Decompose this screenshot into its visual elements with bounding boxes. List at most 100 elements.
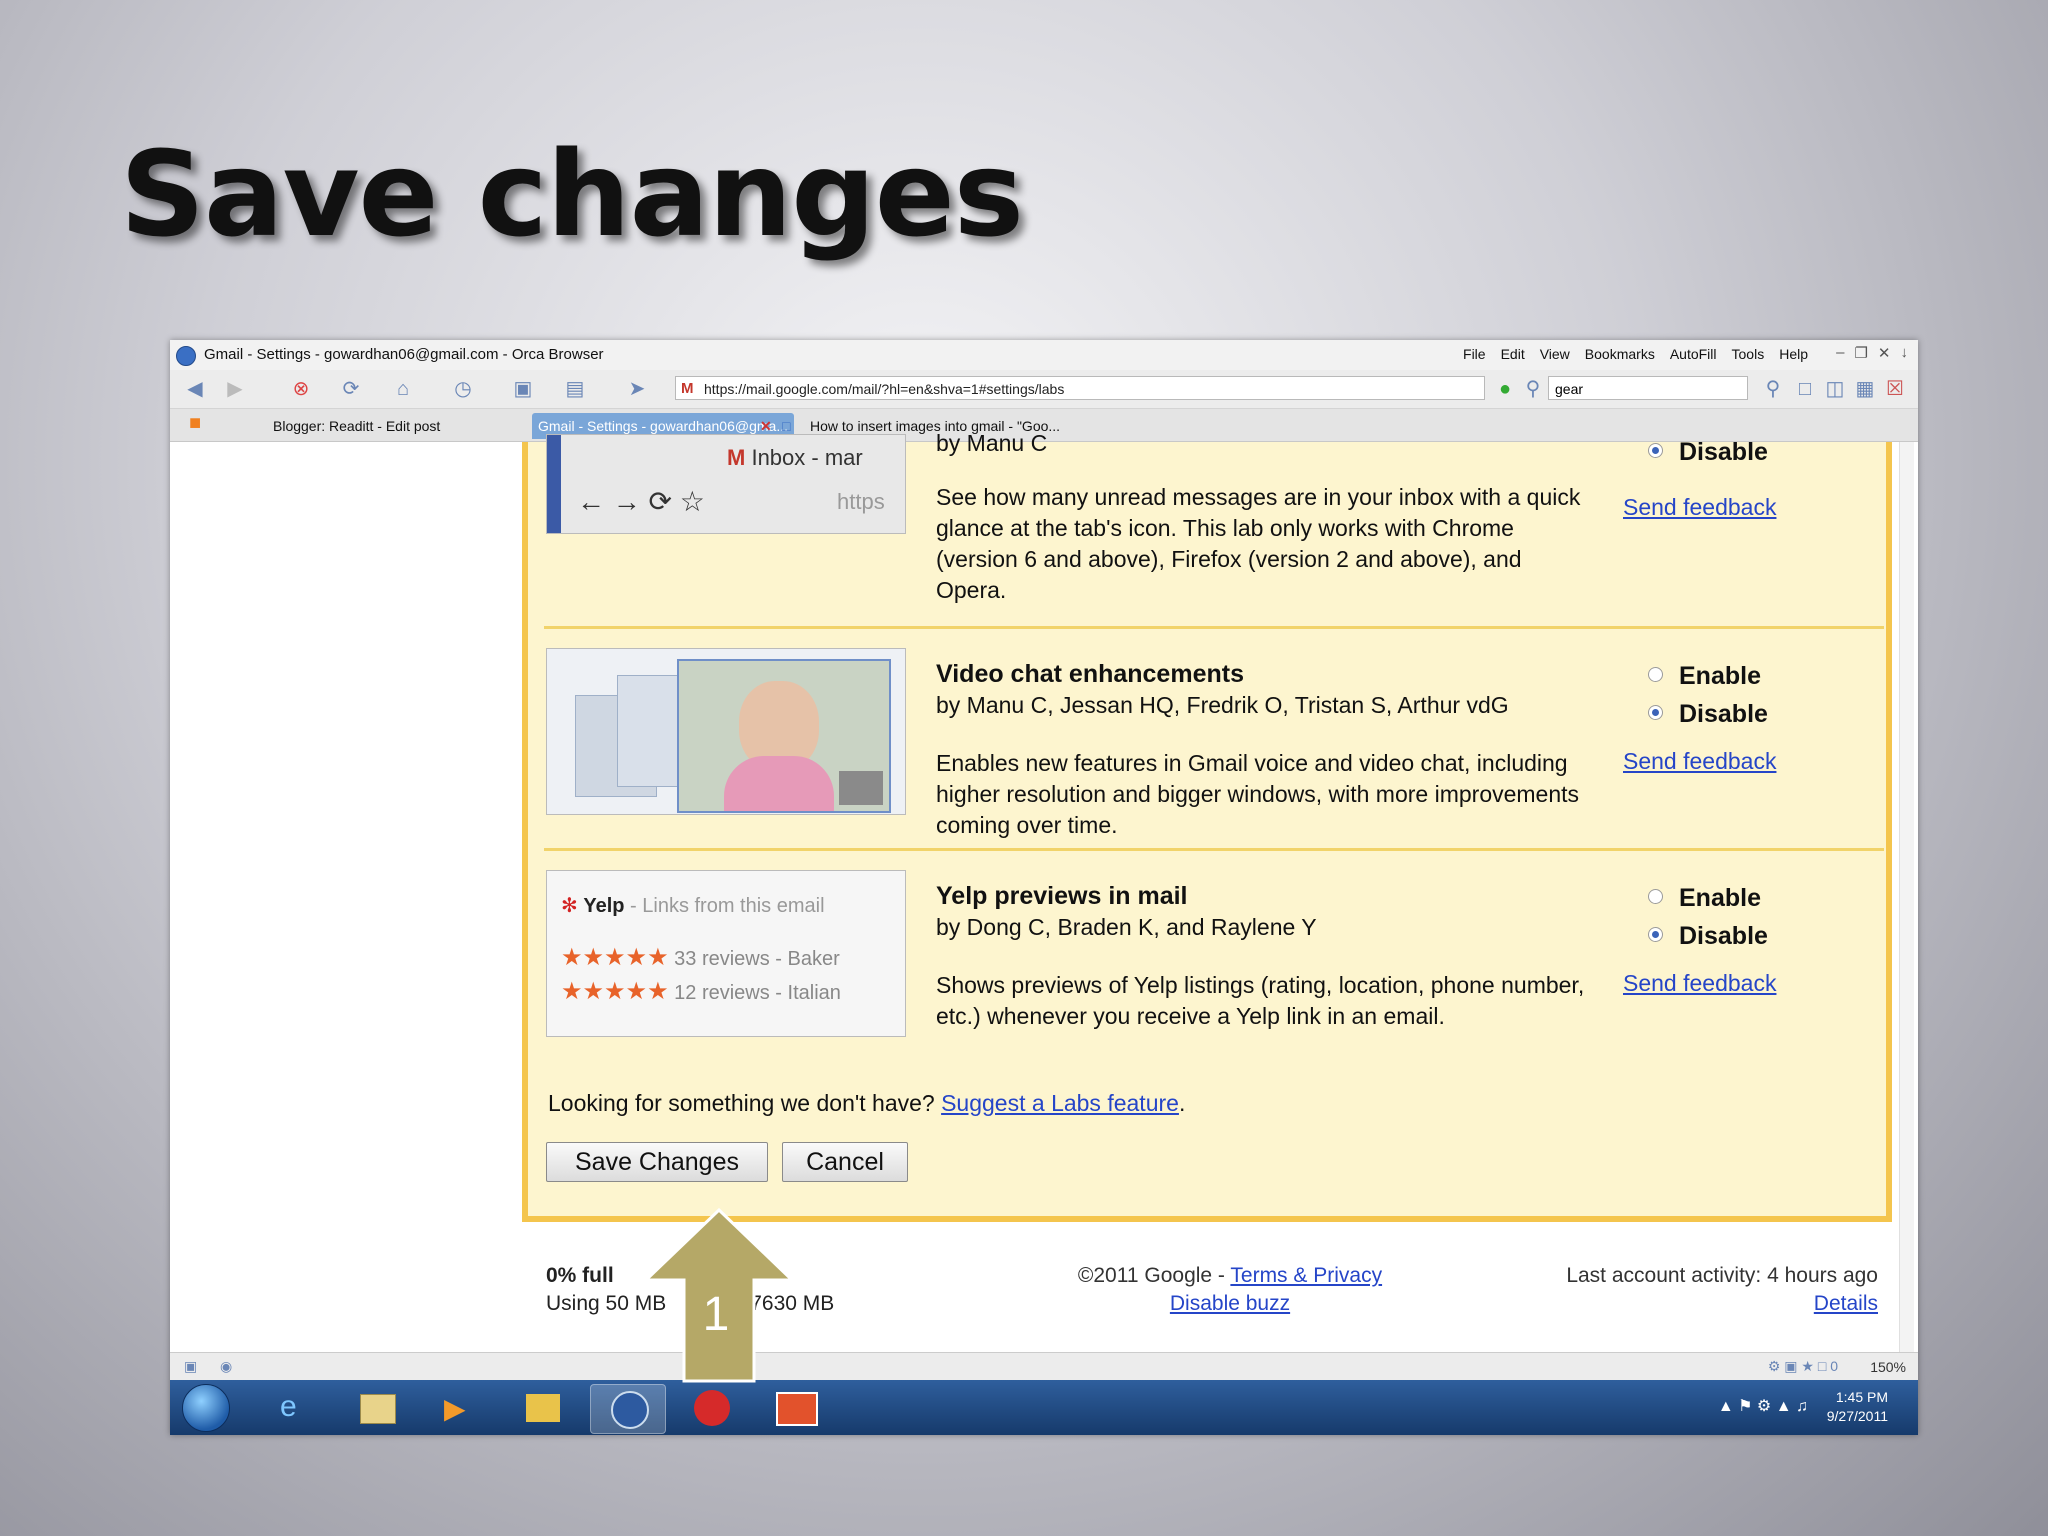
page-icon[interactable]: □: [1792, 378, 1818, 400]
thumb-url: https: [837, 489, 885, 514]
suggest-labs-link[interactable]: Suggest a Labs feature: [941, 1090, 1179, 1116]
status-bar: ▣ ◉ ⚙ ▣ ★ □ 0 150%: [170, 1352, 1918, 1381]
rating-stars-icon: ★★★★★: [561, 978, 669, 1005]
disable-option-yelp[interactable]: Disable: [1648, 922, 1768, 951]
clock-time[interactable]: 1:45 PM: [1827, 1388, 1888, 1407]
enable-option-video-chat[interactable]: Enable: [1648, 662, 1761, 691]
terms-privacy-link[interactable]: Terms & Privacy: [1230, 1264, 1382, 1287]
stop-icon[interactable]: ⊗: [288, 378, 314, 400]
yelp-sub: - Links from this email: [630, 895, 825, 917]
menu-help[interactable]: Help: [1779, 346, 1808, 362]
lab-description-yelp: Shows previews of Yelp listings (rating,…: [936, 972, 1585, 1029]
menu-bookmarks[interactable]: Bookmarks: [1585, 346, 1655, 362]
search-go-icon[interactable]: ⚲: [1760, 378, 1786, 400]
cancel-button[interactable]: Cancel: [782, 1142, 908, 1182]
step-arrow-icon: 1: [644, 1208, 794, 1383]
layout-icon[interactable]: ▤: [562, 378, 588, 400]
app-icon: [526, 1394, 560, 1422]
radio-disable-partial[interactable]: [1648, 443, 1663, 458]
lab-authors-yelp: by Dong C, Braden K, and Raylene Y: [936, 914, 1317, 940]
lab-authors-video-chat: by Manu C, Jessan HQ, Fredrik O, Tristan…: [936, 692, 1509, 718]
radio-enable-video-chat[interactable]: [1648, 667, 1663, 682]
window-title: Gmail - Settings - gowardhan06@gmail.com…: [204, 346, 604, 363]
taskbar-media[interactable]: ▶: [420, 1384, 494, 1432]
disable-option-video-chat[interactable]: Disable: [1648, 700, 1768, 729]
red-app-icon: [694, 1390, 730, 1426]
media-player-icon: ▶: [444, 1393, 466, 1424]
rating-stars-icon: ★★★★★: [561, 944, 669, 971]
taskbar-orca[interactable]: [590, 1384, 666, 1434]
send-feedback-link-partial[interactable]: Send feedback: [1623, 494, 1776, 521]
minimize-icon[interactable]: –: [1836, 344, 1844, 362]
blogger-icon: ■: [188, 412, 202, 434]
tab-blogger[interactable]: Blogger: Readitt - Edit post: [273, 413, 440, 439]
enable-option-yelp[interactable]: Enable: [1648, 884, 1761, 913]
thumb-tab-text: Inbox - mar: [751, 445, 863, 470]
send-feedback-link-video-chat[interactable]: Send feedback: [1623, 748, 1776, 775]
clock-date[interactable]: 9/27/2011: [1827, 1407, 1888, 1426]
go-icon[interactable]: ●: [1492, 378, 1518, 400]
system-tray: 1:45 PM 9/27/2011: [1827, 1388, 1888, 1426]
looking-text: Looking for something we don't have?: [548, 1090, 935, 1116]
lab-description-video-chat: Enables new features in Gmail voice and …: [936, 750, 1580, 838]
lab-title-video-chat: Video chat enhancements: [936, 660, 1244, 688]
taskbar-screencast[interactable]: [758, 1384, 832, 1432]
search-icon[interactable]: ⚲: [1520, 378, 1546, 400]
send-feedback-link-yelp[interactable]: Send feedback: [1623, 970, 1776, 997]
browser-screenshot: Gmail - Settings - gowardhan06@gmail.com…: [170, 340, 1918, 1435]
restore-icon[interactable]: ❐: [1854, 344, 1867, 362]
orca-icon: [611, 1391, 649, 1429]
menu-tools[interactable]: Tools: [1732, 346, 1765, 362]
download-icon[interactable]: ↓: [1901, 344, 1909, 362]
taskbar-explorer[interactable]: [340, 1384, 414, 1432]
close-icon[interactable]: ✕: [1878, 344, 1891, 362]
window-icon[interactable]: ▣: [510, 378, 536, 400]
panel-icon[interactable]: ▣: [184, 1358, 197, 1375]
radio-disable-video-chat[interactable]: [1648, 705, 1663, 720]
close-tab-icon[interactable]: ☒: [1882, 378, 1908, 400]
pin-icon[interactable]: ➤: [624, 378, 650, 400]
yelp-burst-icon: ✻: [561, 895, 578, 917]
disable-buzz-link[interactable]: Disable buzz: [1170, 1292, 1290, 1315]
search-input[interactable]: gear: [1548, 376, 1748, 400]
suggest-row: Looking for something we don't have? Sug…: [548, 1090, 1186, 1116]
forward-icon[interactable]: ▶: [222, 378, 248, 400]
gmail-m-icon: M: [727, 445, 746, 470]
radio-disable-yelp[interactable]: [1648, 927, 1663, 942]
address-url: https://mail.google.com/mail/?hl=en&shva…: [704, 381, 1065, 397]
unread-icon-thumbnail: M Inbox - mar ← → ⟳ ☆ https: [546, 434, 906, 534]
tile-icon[interactable]: ▦: [1852, 378, 1878, 400]
menu-view[interactable]: View: [1540, 346, 1570, 362]
disable-option-partial[interactable]: Disable: [1648, 438, 1768, 467]
yelp-row-1: 33 reviews - Baker: [674, 948, 840, 970]
taskbar-ie[interactable]: e: [260, 1384, 334, 1432]
zoom-level[interactable]: 150%: [1870, 1359, 1906, 1375]
taskbar-red-app[interactable]: [674, 1384, 748, 1432]
menu-autofill[interactable]: AutoFill: [1670, 346, 1717, 362]
radio-enable-yelp[interactable]: [1648, 889, 1663, 904]
menu-edit[interactable]: Edit: [1501, 346, 1525, 362]
taskbar-app[interactable]: [506, 1384, 580, 1432]
menu-file[interactable]: File: [1463, 346, 1486, 362]
account-activity: Last account activity: 4 hours ago Detai…: [1566, 1262, 1878, 1318]
details-link[interactable]: Details: [1814, 1292, 1878, 1315]
lab-description-partial: See how many unread messages are in your…: [936, 484, 1581, 603]
status-icons[interactable]: ⚙ ▣ ★ □ 0: [1768, 1358, 1838, 1375]
lab-divider: [544, 848, 1884, 851]
gmail-page: M Inbox - mar ← → ⟳ ☆ https by Manu C Se…: [170, 430, 1918, 1357]
windows-taskbar: e ▶ 1:45 PM 9/27/2011 ▲ ⚑ ⚙ ▲ ♫: [170, 1380, 1918, 1435]
history-icon[interactable]: ◷: [450, 378, 476, 400]
start-button[interactable]: [182, 1384, 230, 1432]
reload-icon[interactable]: ⟳: [338, 378, 364, 400]
tray-icons[interactable]: ▲ ⚑ ⚙ ▲ ♫: [1718, 1396, 1808, 1416]
split-icon[interactable]: ◫: [1822, 378, 1848, 400]
back-icon[interactable]: ◀: [182, 378, 208, 400]
gmail-favicon-icon: M: [681, 380, 694, 397]
home-icon[interactable]: ⌂: [390, 378, 416, 400]
address-bar[interactable]: M https://mail.google.com/mail/?hl=en&sh…: [675, 376, 1485, 400]
yelp-thumbnail: ✻ Yelp - Links from this email ★★★★★ 33 …: [546, 870, 906, 1037]
vertical-scrollbar[interactable]: [1899, 442, 1914, 1357]
lab-authors-partial: by Manu C: [936, 430, 1048, 456]
save-changes-button[interactable]: Save Changes: [546, 1142, 768, 1182]
globe-icon[interactable]: ◉: [220, 1358, 232, 1375]
